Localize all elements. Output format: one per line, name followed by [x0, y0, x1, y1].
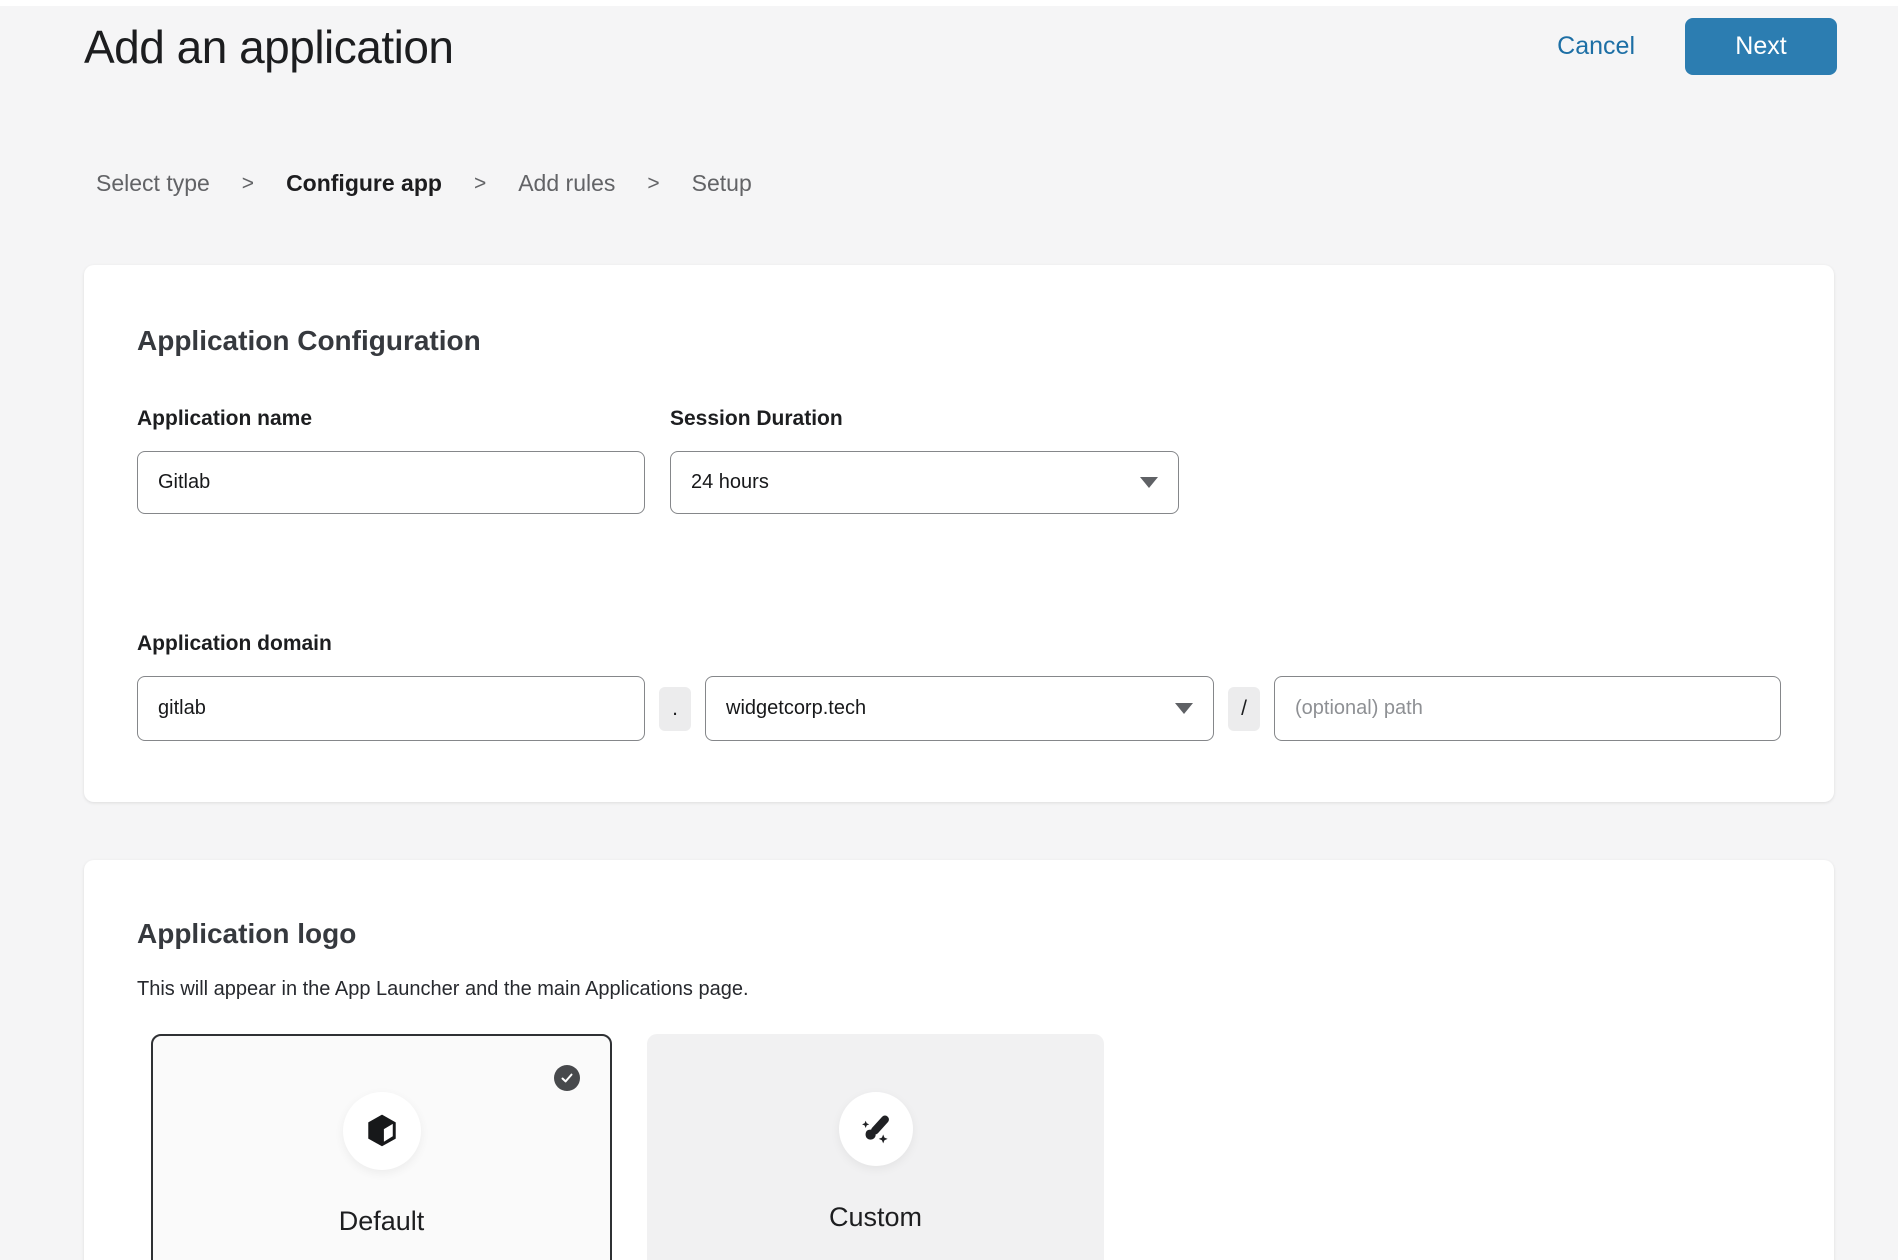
selected-badge: [554, 1065, 580, 1091]
cancel-button[interactable]: Cancel: [1557, 32, 1635, 61]
domain-value: widgetcorp.tech: [726, 697, 866, 720]
breadcrumb-select-type[interactable]: Select type: [96, 170, 210, 197]
chevron-down-icon: [1140, 477, 1158, 488]
name-duration-row: Application name Session Duration 24 hou…: [137, 407, 1781, 514]
logo-option-custom-label: Custom: [829, 1202, 922, 1233]
configuration-heading: Application Configuration: [137, 325, 1781, 357]
paintbrush-icon: [857, 1110, 895, 1148]
breadcrumb-add-rules[interactable]: Add rules: [518, 170, 615, 197]
logo-options: Default Custom: [151, 1034, 1781, 1260]
dot-separator: .: [659, 687, 691, 731]
session-duration-value: 24 hours: [691, 471, 769, 494]
logo-heading: Application logo: [137, 918, 1781, 950]
application-domain-label: Application domain: [137, 632, 1781, 656]
header-actions: Cancel Next: [1557, 18, 1837, 75]
domain-select[interactable]: widgetcorp.tech: [705, 676, 1214, 741]
custom-icon-circle: [839, 1092, 913, 1166]
breadcrumb-separator: >: [647, 172, 659, 196]
application-name-label: Application name: [137, 407, 645, 431]
slash-separator: /: [1228, 687, 1260, 731]
logo-option-default-label: Default: [339, 1206, 425, 1237]
path-input[interactable]: [1274, 676, 1781, 741]
default-icon-circle: [343, 1092, 421, 1170]
next-button[interactable]: Next: [1685, 18, 1837, 75]
application-domain-row: . widgetcorp.tech /: [137, 676, 1781, 741]
breadcrumb-separator: >: [242, 172, 254, 196]
logo-option-default[interactable]: Default: [151, 1034, 612, 1260]
application-name-field-group: Application name: [137, 407, 645, 514]
breadcrumb: Select type > Configure app > Add rules …: [96, 170, 1898, 197]
session-duration-select[interactable]: 24 hours: [670, 451, 1179, 514]
page-header: Add an application Cancel Next: [0, 6, 1898, 75]
chevron-down-icon: [1175, 703, 1193, 714]
subdomain-input[interactable]: [137, 676, 645, 741]
logo-description: This will appear in the App Launcher and…: [137, 978, 1781, 1001]
application-name-input[interactable]: [137, 451, 645, 514]
cube-icon: [363, 1112, 401, 1150]
logo-option-custom[interactable]: Custom: [647, 1034, 1104, 1260]
breadcrumb-setup[interactable]: Setup: [692, 170, 752, 197]
check-icon: [560, 1071, 574, 1085]
session-duration-field-group: Session Duration 24 hours: [670, 407, 1179, 514]
breadcrumb-separator: >: [474, 172, 486, 196]
application-configuration-card: Application Configuration Application na…: [84, 265, 1834, 802]
page-title: Add an application: [84, 20, 454, 74]
session-duration-label: Session Duration: [670, 407, 1179, 431]
breadcrumb-configure-app[interactable]: Configure app: [286, 170, 442, 197]
application-logo-card: Application logo This will appear in the…: [84, 860, 1834, 1260]
